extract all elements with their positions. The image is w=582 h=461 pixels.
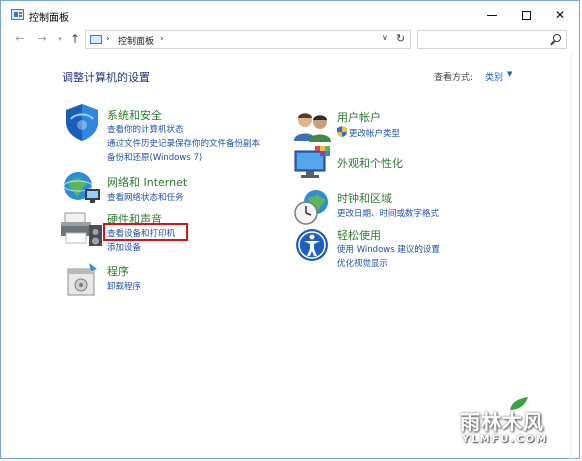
close-button[interactable]: ✕	[543, 1, 577, 29]
window-title: 控制面板	[29, 13, 69, 24]
maximize-icon	[521, 10, 531, 20]
breadcrumb-control-panel[interactable]: 控制面板	[118, 34, 154, 47]
highlight-box	[103, 223, 188, 241]
user-accounts-icon[interactable]	[293, 109, 333, 143]
category-user-accounts[interactable]: 用户帐户	[337, 109, 381, 125]
link-view-network-status[interactable]: 查看网络状态和任务	[107, 191, 184, 203]
breadcrumb-separator[interactable]: ›	[106, 34, 110, 44]
scrollbar-track[interactable]	[571, 53, 579, 459]
category-appearance[interactable]: 外观和个性化	[337, 155, 403, 171]
link-backup-restore[interactable]: 备份和还原(Windows 7)	[107, 151, 202, 163]
watermark: 雨林木风 YLMFU.COM	[454, 397, 572, 454]
search-input[interactable]	[417, 30, 567, 49]
up-button[interactable]: ↑	[68, 32, 82, 46]
minimize-icon	[487, 14, 497, 16]
shield-icon[interactable]	[61, 101, 103, 143]
link-view-computer-status[interactable]: 查看你的计算机状态	[107, 123, 184, 135]
chevron-down-icon: ▾	[58, 35, 62, 43]
clock-globe-icon[interactable]	[293, 188, 333, 226]
search-icon	[553, 34, 561, 42]
control-panel-window: 控制面板 ✕ ← → ▾ ↑ › 控制面板 › ∨ ↻ 调整计算机的设置 查看方…	[0, 0, 580, 459]
network-globe-icon[interactable]	[61, 169, 103, 207]
category-system-security[interactable]: 系统和安全	[107, 107, 162, 123]
address-dropdown-icon[interactable]: ∨	[382, 33, 388, 42]
title-bar: 控制面板 ✕	[1, 1, 579, 29]
category-network-internet[interactable]: 网络和 Internet	[107, 174, 187, 190]
link-change-account-type[interactable]: 更改帐户类型	[349, 127, 400, 139]
control-panel-icon	[11, 9, 24, 20]
refresh-icon[interactable]: ↻	[396, 32, 405, 45]
category-programs[interactable]: 程序	[107, 263, 129, 279]
view-mode-dropdown[interactable]: 类别	[485, 70, 503, 83]
close-icon: ✕	[554, 8, 566, 22]
control-panel-small-icon	[90, 35, 102, 44]
forward-button[interactable]: →	[35, 32, 49, 46]
chevron-down-icon[interactable]: ▼	[507, 70, 512, 78]
category-ease-of-access[interactable]: 轻松使用	[337, 227, 381, 243]
navigation-bar: ← → ▾ ↑ › 控制面板 › ∨ ↻	[1, 29, 579, 51]
recent-locations-button[interactable]: ▾	[53, 32, 67, 46]
back-button[interactable]: ←	[13, 32, 27, 46]
ease-of-access-icon[interactable]	[293, 226, 331, 264]
page-title: 调整计算机的设置	[62, 71, 150, 84]
address-bar[interactable]: › 控制面板 › ∨ ↻	[85, 30, 411, 49]
back-arrow-icon: ←	[15, 32, 25, 45]
up-arrow-icon: ↑	[69, 32, 81, 46]
link-add-device[interactable]: 添加设备	[107, 241, 141, 253]
minimize-button[interactable]	[475, 1, 509, 29]
link-windows-recommended-settings[interactable]: 使用 Windows 建议的设置	[337, 243, 440, 255]
link-uninstall-program[interactable]: 卸载程序	[107, 280, 141, 292]
printer-speaker-icon[interactable]	[59, 209, 105, 249]
category-clock-region[interactable]: 时钟和区域	[337, 190, 392, 206]
uac-shield-icon	[337, 126, 347, 137]
link-optimize-visual-display[interactable]: 优化视觉显示	[337, 257, 388, 269]
watermark-text: 雨林木风	[460, 410, 544, 434]
appearance-monitor-icon[interactable]	[293, 145, 333, 181]
maximize-button[interactable]	[509, 1, 543, 29]
breadcrumb-separator[interactable]: ›	[160, 34, 164, 44]
link-change-date-time-format[interactable]: 更改日期、时间或数字格式	[337, 207, 439, 219]
programs-icon[interactable]	[65, 261, 101, 297]
forward-arrow-icon: →	[37, 32, 47, 45]
watermark-subtext: YLMFU.COM	[462, 434, 549, 445]
view-by-label: 查看方式:	[434, 73, 474, 83]
link-file-history-backup[interactable]: 通过文件历史记录保存你的文件备份副本	[107, 137, 260, 149]
